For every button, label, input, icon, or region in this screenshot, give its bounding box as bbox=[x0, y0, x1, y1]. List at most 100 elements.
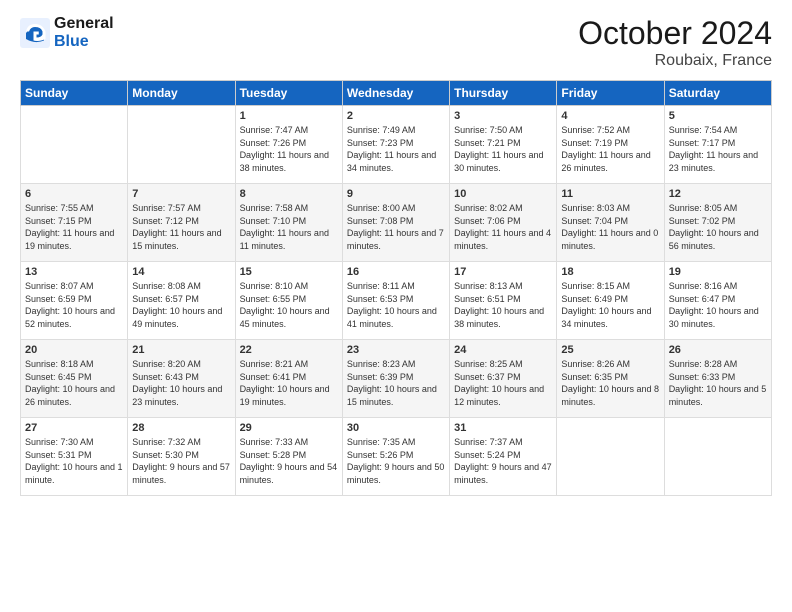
table-row: 27Sunrise: 7:30 AM Sunset: 5:31 PM Dayli… bbox=[21, 418, 128, 496]
table-row: 14 Sunrise: 8:08 AM Sunset: 6:57 PM Dayli… bbox=[128, 262, 235, 340]
cell-info: Sunrise: 8:20 AM Sunset: 6:43 PM Dayligh… bbox=[132, 358, 230, 408]
day-number: 21 bbox=[132, 344, 230, 356]
cell-info: Sunrise: 8:10 AM Sunset: 6:55 PM Dayligh… bbox=[240, 280, 338, 330]
cell-info: Sunrise: 8:21 AM Sunset: 6:41 PM Dayligh… bbox=[240, 358, 338, 408]
logo-icon bbox=[20, 18, 50, 48]
table-row: 4Sunrise: 7:52 AM Sunset: 7:19 PM Daylig… bbox=[557, 106, 664, 184]
cell-info: Sunrise: 7:35 AM Sunset: 5:26 PM Dayligh… bbox=[347, 436, 445, 486]
cell-info: Sunrise: 8:25 AM Sunset: 6:37 PM Dayligh… bbox=[454, 358, 552, 408]
table-row: 10 Sunrise: 8:02 AM Sunset: 7:06 PM Dayli… bbox=[450, 184, 557, 262]
day-number: 15 bbox=[240, 266, 338, 278]
day-number: 10 bbox=[454, 188, 552, 200]
table-row: 31 Sunrise: 7:37 AM Sunset: 5:24 PM Dayli… bbox=[450, 418, 557, 496]
cell-info: Sunrise: 8:23 AM Sunset: 6:39 PM Dayligh… bbox=[347, 358, 445, 408]
table-row: 2 Sunrise: 7:49 AM Sunset: 7:23 PM Daylig… bbox=[342, 106, 449, 184]
cell-info: Sunrise: 8:02 AM Sunset: 7:06 PM Dayligh… bbox=[454, 202, 552, 252]
table-row bbox=[128, 106, 235, 184]
cell-info: Sunrise: 8:00 AM Sunset: 7:08 PM Dayligh… bbox=[347, 202, 445, 252]
calendar-table: SundayMondayTuesdayWednesdayThursdayFrid… bbox=[20, 80, 772, 496]
col-header-friday: Friday bbox=[557, 81, 664, 106]
table-row: 5Sunrise: 7:54 AM Sunset: 7:17 PM Daylig… bbox=[664, 106, 771, 184]
table-row: 25 Sunrise: 8:26 AM Sunset: 6:35 PM Dayli… bbox=[557, 340, 664, 418]
cell-info: Sunrise: 7:37 AM Sunset: 5:24 PM Dayligh… bbox=[454, 436, 552, 486]
table-row: 1 Sunrise: 7:47 AM Sunset: 7:26 PM Daylig… bbox=[235, 106, 342, 184]
day-number: 1 bbox=[240, 110, 338, 122]
location: Roubaix, France bbox=[578, 52, 772, 70]
cell-info: Sunrise: 8:28 AM Sunset: 6:33 PM Dayligh… bbox=[669, 358, 767, 408]
day-number: 12 bbox=[669, 188, 767, 200]
day-number: 14 bbox=[132, 266, 230, 278]
table-row: 24 Sunrise: 8:25 AM Sunset: 6:37 PM Dayli… bbox=[450, 340, 557, 418]
cell-info: Sunrise: 7:32 AM Sunset: 5:30 PM Dayligh… bbox=[132, 436, 230, 486]
day-number: 19 bbox=[669, 266, 767, 278]
day-number: 17 bbox=[454, 266, 552, 278]
col-header-sunday: Sunday bbox=[21, 81, 128, 106]
day-number: 28 bbox=[132, 422, 230, 434]
table-row: 7 Sunrise: 7:57 AM Sunset: 7:12 PM Daylig… bbox=[128, 184, 235, 262]
col-header-saturday: Saturday bbox=[664, 81, 771, 106]
col-header-tuesday: Tuesday bbox=[235, 81, 342, 106]
day-number: 3 bbox=[454, 110, 552, 122]
cell-info: Sunrise: 7:33 AM Sunset: 5:28 PM Dayligh… bbox=[240, 436, 338, 486]
cell-info: Sunrise: 8:11 AM Sunset: 6:53 PM Dayligh… bbox=[347, 280, 445, 330]
logo-text: General Blue bbox=[54, 15, 114, 50]
col-header-monday: Monday bbox=[128, 81, 235, 106]
cell-info: Sunrise: 8:18 AM Sunset: 6:45 PM Dayligh… bbox=[25, 358, 123, 408]
cell-info: Sunrise: 7:55 AM Sunset: 7:15 PM Dayligh… bbox=[25, 202, 123, 252]
day-number: 20 bbox=[25, 344, 123, 356]
cell-info: Sunrise: 8:08 AM Sunset: 6:57 PM Dayligh… bbox=[132, 280, 230, 330]
table-row: 16 Sunrise: 8:11 AM Sunset: 6:53 PM Dayli… bbox=[342, 262, 449, 340]
table-row bbox=[664, 418, 771, 496]
cell-info: Sunrise: 8:16 AM Sunset: 6:47 PM Dayligh… bbox=[669, 280, 767, 330]
cell-info: Sunrise: 7:57 AM Sunset: 7:12 PM Dayligh… bbox=[132, 202, 230, 252]
table-row: 20 Sunrise: 8:18 AM Sunset: 6:45 PM Dayli… bbox=[21, 340, 128, 418]
table-row: 12 Sunrise: 8:05 AM Sunset: 7:02 PM Dayli… bbox=[664, 184, 771, 262]
day-number: 27 bbox=[25, 422, 123, 434]
day-number: 9 bbox=[347, 188, 445, 200]
table-row: 28 Sunrise: 7:32 AM Sunset: 5:30 PM Dayli… bbox=[128, 418, 235, 496]
day-number: 30 bbox=[347, 422, 445, 434]
day-number: 13 bbox=[25, 266, 123, 278]
table-row: 13 Sunrise: 8:07 AM Sunset: 6:59 PM Dayli… bbox=[21, 262, 128, 340]
day-number: 4 bbox=[561, 110, 659, 122]
table-row: 29 Sunrise: 7:33 AM Sunset: 5:28 PM Dayli… bbox=[235, 418, 342, 496]
cell-info: Sunrise: 8:13 AM Sunset: 6:51 PM Dayligh… bbox=[454, 280, 552, 330]
day-number: 11 bbox=[561, 188, 659, 200]
table-row: 8 Sunrise: 7:58 AM Sunset: 7:10 PM Daylig… bbox=[235, 184, 342, 262]
day-number: 26 bbox=[669, 344, 767, 356]
cell-info: Sunrise: 8:15 AM Sunset: 6:49 PM Dayligh… bbox=[561, 280, 659, 330]
table-row: 9 Sunrise: 8:00 AM Sunset: 7:08 PM Daylig… bbox=[342, 184, 449, 262]
day-number: 22 bbox=[240, 344, 338, 356]
cell-info: Sunrise: 7:47 AM Sunset: 7:26 PM Dayligh… bbox=[240, 124, 338, 174]
day-number: 2 bbox=[347, 110, 445, 122]
table-row: 22 Sunrise: 8:21 AM Sunset: 6:41 PM Dayli… bbox=[235, 340, 342, 418]
day-number: 16 bbox=[347, 266, 445, 278]
day-number: 6 bbox=[25, 188, 123, 200]
table-row: 17 Sunrise: 8:13 AM Sunset: 6:51 PM Dayli… bbox=[450, 262, 557, 340]
day-number: 24 bbox=[454, 344, 552, 356]
cell-info: Sunrise: 7:58 AM Sunset: 7:10 PM Dayligh… bbox=[240, 202, 338, 252]
cell-info: Sunrise: 8:05 AM Sunset: 7:02 PM Dayligh… bbox=[669, 202, 767, 252]
table-row: 15 Sunrise: 8:10 AM Sunset: 6:55 PM Dayli… bbox=[235, 262, 342, 340]
cell-info: Sunrise: 7:50 AM Sunset: 7:21 PM Dayligh… bbox=[454, 124, 552, 174]
table-row: 30 Sunrise: 7:35 AM Sunset: 5:26 PM Dayli… bbox=[342, 418, 449, 496]
day-number: 18 bbox=[561, 266, 659, 278]
cell-info: Sunrise: 7:54 AM Sunset: 7:17 PM Dayligh… bbox=[669, 124, 767, 174]
day-number: 29 bbox=[240, 422, 338, 434]
table-row bbox=[21, 106, 128, 184]
table-row: 6 Sunrise: 7:55 AM Sunset: 7:15 PM Daylig… bbox=[21, 184, 128, 262]
table-row: 21 Sunrise: 8:20 AM Sunset: 6:43 PM Dayli… bbox=[128, 340, 235, 418]
cell-info: Sunrise: 7:49 AM Sunset: 7:23 PM Dayligh… bbox=[347, 124, 445, 174]
cell-info: Sunrise: 8:07 AM Sunset: 6:59 PM Dayligh… bbox=[25, 280, 123, 330]
cell-info: Sunrise: 8:03 AM Sunset: 7:04 PM Dayligh… bbox=[561, 202, 659, 252]
day-number: 25 bbox=[561, 344, 659, 356]
table-row: 23 Sunrise: 8:23 AM Sunset: 6:39 PM Dayli… bbox=[342, 340, 449, 418]
col-header-thursday: Thursday bbox=[450, 81, 557, 106]
day-number: 8 bbox=[240, 188, 338, 200]
day-number: 23 bbox=[347, 344, 445, 356]
table-row: 11 Sunrise: 8:03 AM Sunset: 7:04 PM Dayli… bbox=[557, 184, 664, 262]
table-row: 26 Sunrise: 8:28 AM Sunset: 6:33 PM Dayli… bbox=[664, 340, 771, 418]
day-number: 31 bbox=[454, 422, 552, 434]
cell-info: Sunrise: 8:26 AM Sunset: 6:35 PM Dayligh… bbox=[561, 358, 659, 408]
day-number: 7 bbox=[132, 188, 230, 200]
